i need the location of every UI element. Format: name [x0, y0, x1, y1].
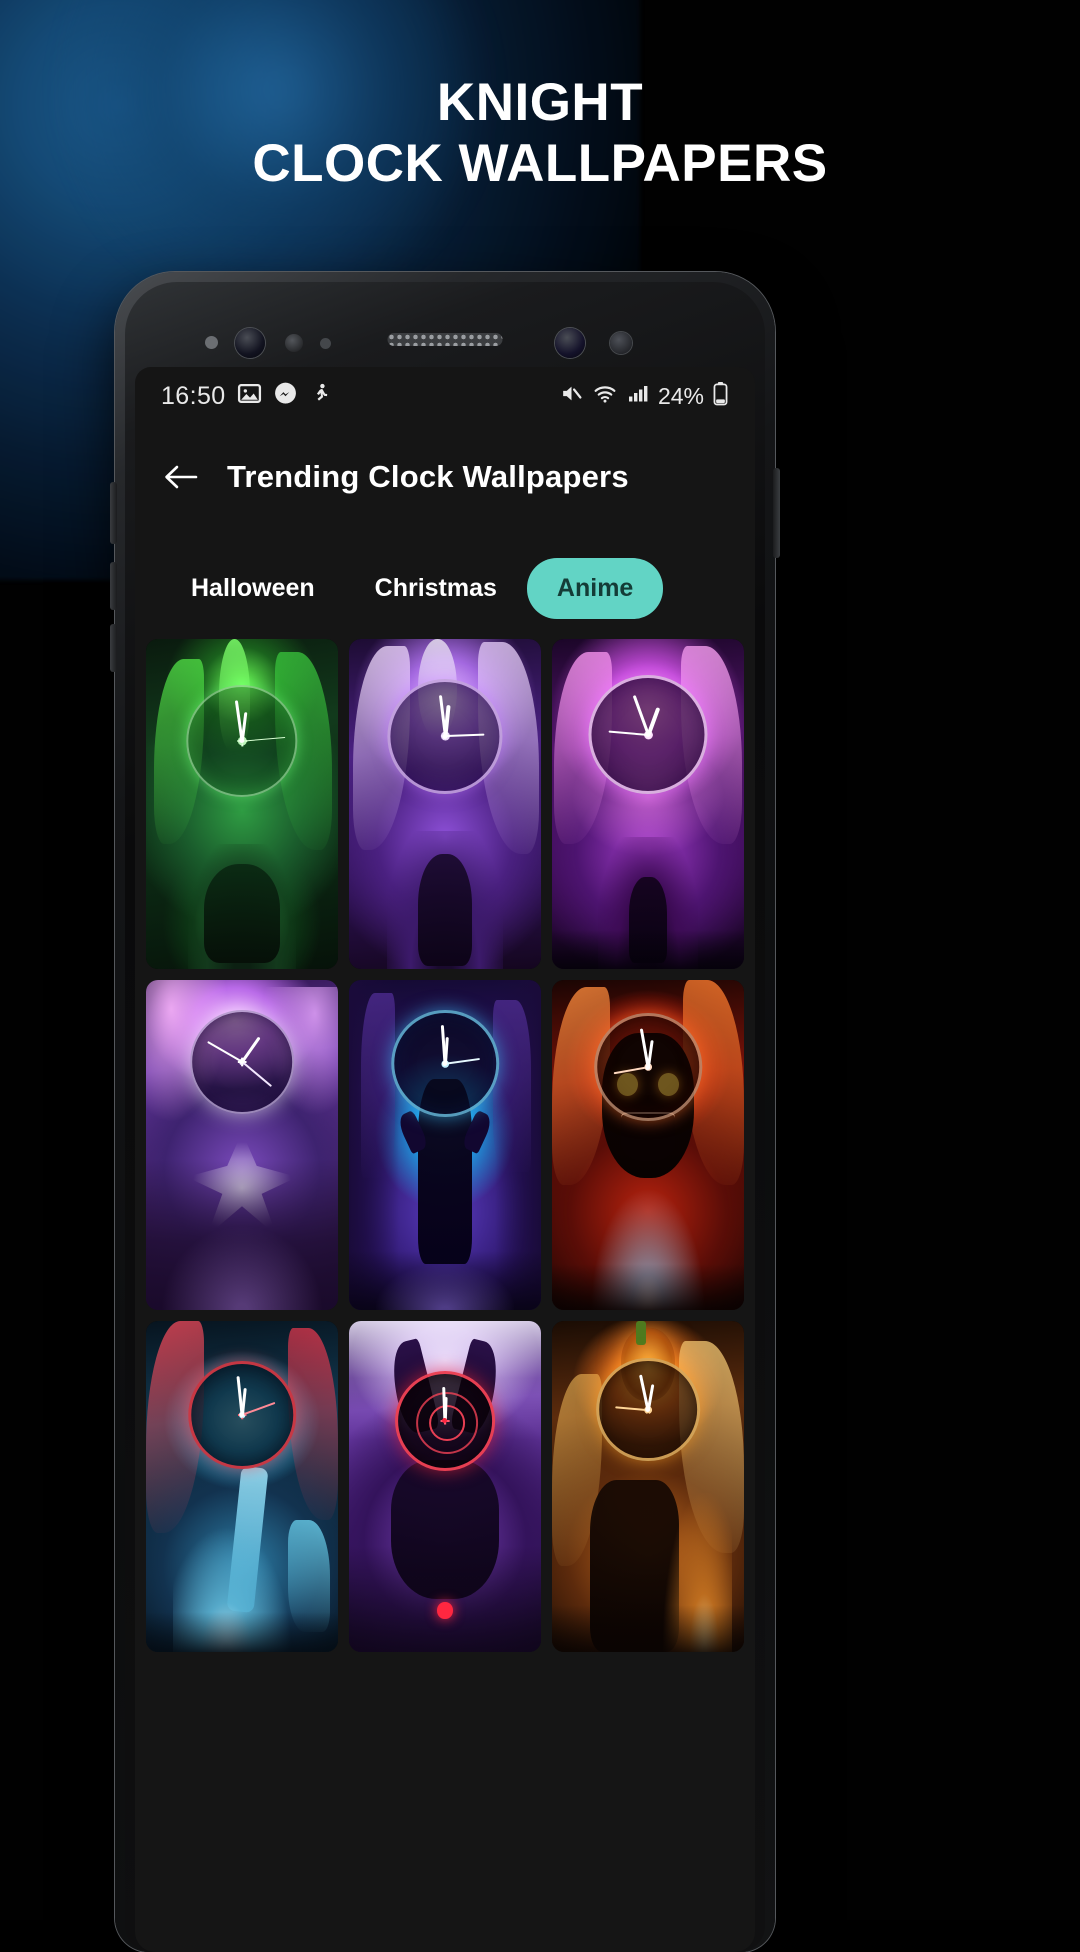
status-bar-clock: 16:50	[161, 381, 226, 410]
phone-screen: 16:50 24% Trending Clock Wallpapers Hall…	[135, 367, 755, 1952]
messenger-icon	[273, 381, 298, 411]
clock-face-overlay	[391, 1009, 499, 1118]
back-arrow-icon[interactable]	[161, 457, 201, 497]
running-person-icon	[309, 381, 332, 411]
sensor-cluster	[115, 296, 775, 358]
battery-icon	[712, 381, 729, 411]
clock-second-hand	[614, 1405, 649, 1411]
tab-christmas[interactable]: Christmas	[345, 558, 527, 619]
clock-face-overlay	[594, 1013, 702, 1121]
wallpaper-item-blue-forest-clock[interactable]	[349, 980, 541, 1311]
clock-face-overlay	[186, 685, 298, 797]
status-bar-right: 24%	[559, 381, 729, 411]
battery-percent-label: 24%	[657, 382, 704, 409]
phone-mockup: 16:50 24% Trending Clock Wallpapers Hall…	[110, 272, 780, 1952]
status-bar-left: 16:50	[161, 381, 332, 411]
headline-line-2: CLOCK WALLPAPERS	[252, 134, 828, 193]
iris-scanner-icon	[555, 328, 585, 358]
secondary-camera-icon	[610, 332, 632, 354]
wallpaper-item-red-target-clock[interactable]	[349, 1321, 541, 1652]
clock-face-overlay	[395, 1371, 495, 1471]
wallpaper-grid	[135, 639, 755, 1652]
mute-icon	[559, 381, 584, 411]
image-icon	[237, 381, 262, 411]
wallpaper-item-ice-maiden-clock[interactable]	[146, 1321, 338, 1652]
ir-sensor-icon	[320, 338, 331, 349]
clock-face-overlay	[188, 1361, 296, 1469]
signal-icon	[626, 381, 650, 411]
wallpaper-item-fire-demon-clock[interactable]	[552, 980, 744, 1311]
clock-face-overlay	[588, 675, 708, 795]
clock-minute-hand	[640, 1028, 650, 1068]
clock-second-hand	[444, 1058, 480, 1065]
wallpaper-item-green-dragon-clock[interactable]	[146, 639, 338, 970]
headline-line-1: KNIGHT	[436, 73, 644, 132]
wifi-icon	[592, 381, 618, 411]
clock-second-hand	[241, 736, 285, 742]
light-sensor-icon	[205, 336, 218, 349]
clock-hour-hand	[240, 1036, 261, 1063]
wallpaper-item-magenta-beast-clock[interactable]	[552, 639, 744, 970]
wallpaper-item-purple-spider-clock[interactable]	[146, 980, 338, 1311]
clock-minute-hand	[235, 700, 244, 742]
clock-face-overlay	[387, 678, 503, 794]
wallpaper-item-pumpkin-witch-clock[interactable]	[552, 1321, 744, 1652]
clock-second-hand	[608, 730, 649, 736]
volume-down-button[interactable]	[110, 562, 117, 610]
volume-up-button[interactable]	[110, 482, 117, 544]
clock-minute-hand	[632, 695, 650, 736]
clock-face-overlay	[190, 1009, 294, 1114]
page-title: Trending Clock Wallpapers	[227, 459, 629, 494]
clock-face-overlay	[596, 1357, 700, 1462]
promo-headline: KNIGHT CLOCK WALLPAPERS	[0, 72, 1080, 194]
clock-second-hand	[241, 1402, 275, 1416]
earpiece-speaker	[387, 333, 503, 346]
tab-anime[interactable]: Anime	[526, 557, 664, 619]
clock-second-hand	[613, 1066, 649, 1074]
clock-second-hand	[241, 1061, 272, 1087]
clock-minute-hand	[639, 1374, 650, 1410]
assistant-button[interactable]	[110, 624, 117, 672]
proximity-sensor-icon	[285, 334, 303, 352]
clock-second-hand	[444, 733, 485, 738]
category-tabs: Halloween Christmas Anime	[135, 543, 755, 633]
status-bar: 16:50 24%	[135, 367, 755, 425]
tab-halloween[interactable]: Halloween	[161, 558, 345, 619]
front-camera-icon	[235, 328, 265, 358]
clock-minute-hand	[206, 1040, 243, 1063]
app-bar: Trending Clock Wallpapers	[135, 425, 755, 529]
power-button[interactable]	[773, 468, 780, 558]
wallpaper-item-purple-dragon-clock[interactable]	[349, 639, 541, 970]
